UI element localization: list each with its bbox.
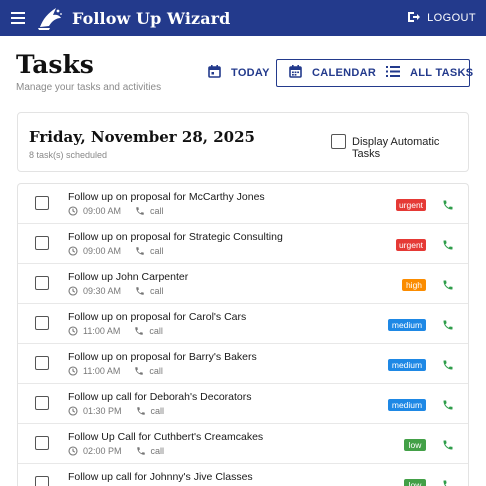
task-title: Follow up on proposal for McCarthy Jones (68, 191, 265, 203)
task-row[interactable]: Follow up call for Deborah's Decorators 0… (18, 384, 468, 424)
phone-small-icon (134, 326, 144, 336)
priority-badge: low (404, 479, 426, 486)
task-checkbox[interactable] (35, 436, 49, 450)
task-meta: 11:00 AM call (68, 366, 163, 376)
calendar-grid-icon (289, 65, 302, 81)
logout-label: LOGOUT (427, 12, 476, 24)
task-list: Follow up on proposal for McCarthy Jones… (17, 183, 469, 486)
app-title: Follow Up Wizard (72, 8, 231, 28)
all-tasks-view-button[interactable]: ALL TASKS (386, 60, 473, 86)
task-type: call (149, 326, 163, 336)
task-type: call (149, 366, 163, 376)
task-checkbox[interactable] (35, 356, 49, 370)
task-title: Follow up on proposal for Barry's Bakers (68, 351, 257, 363)
task-type: call (150, 246, 164, 256)
task-row[interactable]: Follow Up Call for Cuthbert's Creamcakes… (18, 424, 468, 464)
task-row[interactable]: Follow up on proposal for McCarthy Jones… (18, 184, 468, 224)
date-summary-card: Friday, November 28, 2025 8 task(s) sche… (17, 112, 469, 172)
priority-badge: high (402, 279, 426, 291)
task-meta: 09:30 AM call (68, 286, 164, 296)
task-row[interactable]: Follow up John Carpenter 09:30 AM call high (18, 264, 468, 304)
task-checkbox[interactable] (35, 276, 49, 290)
task-time: 02:00 PM (83, 446, 122, 456)
clock-icon (68, 366, 78, 376)
calendar-view-label: CALENDAR (312, 67, 377, 79)
call-phone-icon[interactable] (442, 278, 454, 290)
task-meta: 11:00 AM call (68, 326, 163, 336)
task-row[interactable]: Follow up call for Johnny's Jive Classes… (18, 464, 468, 486)
task-title: Follow up on proposal for Carol's Cars (68, 311, 247, 323)
task-type: call (150, 446, 165, 456)
task-title: Follow up call for Deborah's Decorators (68, 391, 252, 403)
call-phone-icon[interactable] (442, 318, 454, 330)
clock-icon (68, 326, 78, 336)
task-meta: 09:00 AM call (68, 246, 164, 256)
task-time: 09:30 AM (83, 286, 122, 296)
today-view-label: TODAY (231, 67, 270, 79)
clock-icon (68, 406, 78, 416)
task-row[interactable]: Follow up on proposal for Carol's Cars 11… (18, 304, 468, 344)
task-type: call (150, 286, 164, 296)
logout-button[interactable]: LOGOUT (407, 0, 476, 36)
task-row[interactable]: Follow up on proposal for Barry's Bakers… (18, 344, 468, 384)
phone-small-icon (135, 286, 145, 296)
priority-badge: medium (388, 319, 426, 331)
clock-icon (68, 206, 78, 216)
calendar-today-icon (208, 65, 221, 81)
clock-icon (68, 446, 78, 456)
logout-icon (407, 11, 421, 26)
task-time: 09:00 AM (83, 206, 122, 216)
wizard-logo-icon (36, 4, 66, 32)
task-checkbox[interactable] (35, 396, 49, 410)
all-tasks-view-label: ALL TASKS (410, 67, 474, 79)
task-meta: 02:00 PM call (68, 446, 164, 456)
task-checkbox[interactable] (35, 316, 49, 330)
call-phone-icon[interactable] (442, 238, 454, 250)
task-time: 11:00 AM (83, 366, 121, 376)
app-bar: Follow Up Wizard LOGOUT (0, 0, 486, 36)
list-icon (386, 66, 400, 80)
clock-icon (68, 246, 78, 256)
task-time: 09:00 AM (83, 246, 122, 256)
priority-badge: medium (388, 359, 426, 371)
phone-small-icon (136, 446, 146, 456)
task-meta: 01:30 PM call (68, 406, 164, 416)
automatic-tasks-checkbox[interactable] (331, 134, 346, 149)
selected-date: Friday, November 28, 2025 (29, 128, 255, 146)
call-phone-icon[interactable] (442, 358, 454, 370)
task-time: 01:30 PM (83, 406, 122, 416)
task-title: Follow up call for Johnny's Jive Classes (68, 471, 253, 483)
phone-small-icon (136, 406, 146, 416)
call-phone-icon[interactable] (442, 198, 454, 210)
phone-small-icon (135, 206, 145, 216)
priority-badge: urgent (396, 199, 426, 211)
task-checkbox[interactable] (35, 476, 49, 486)
task-count: 8 task(s) scheduled (29, 150, 108, 160)
page-title: Tasks (16, 50, 94, 79)
page-subtitle: Manage your tasks and activities (16, 82, 162, 93)
task-type: call (150, 206, 164, 216)
clock-icon (68, 286, 78, 296)
today-view-button[interactable]: TODAY (208, 60, 270, 86)
task-meta: 09:00 AM call (68, 206, 164, 216)
priority-badge: medium (388, 399, 426, 411)
task-row[interactable]: Follow up on proposal for Strategic Cons… (18, 224, 468, 264)
call-phone-icon[interactable] (442, 438, 454, 450)
task-title: Follow up on proposal for Strategic Cons… (68, 231, 283, 243)
hamburger-menu-icon[interactable] (0, 0, 36, 36)
task-checkbox[interactable] (35, 196, 49, 210)
phone-small-icon (134, 366, 144, 376)
call-phone-icon[interactable] (442, 478, 454, 486)
task-title: Follow up John Carpenter (68, 271, 189, 283)
phone-small-icon (135, 246, 145, 256)
priority-badge: low (404, 439, 426, 451)
task-title: Follow Up Call for Cuthbert's Creamcakes (68, 431, 264, 443)
calendar-view-button[interactable]: CALENDAR (289, 60, 376, 86)
call-phone-icon[interactable] (442, 398, 454, 410)
task-checkbox[interactable] (35, 236, 49, 250)
automatic-tasks-label[interactable]: Display Automatic Tasks (352, 136, 468, 160)
task-time: 11:00 AM (83, 326, 121, 336)
priority-badge: urgent (396, 239, 426, 251)
task-type: call (150, 406, 165, 416)
